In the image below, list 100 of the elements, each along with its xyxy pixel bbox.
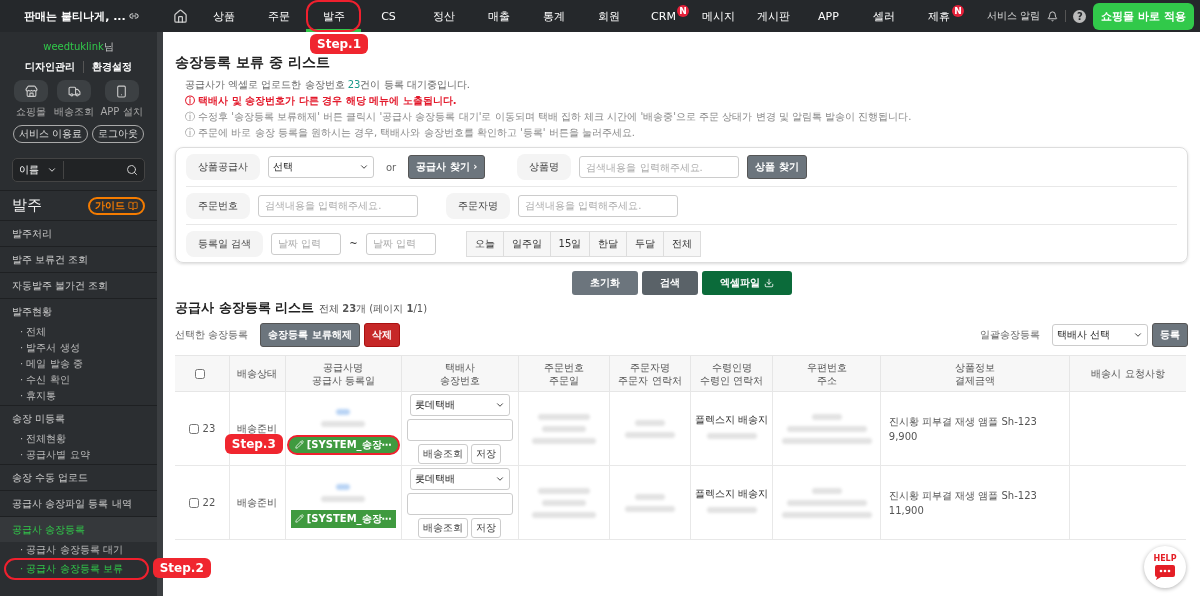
sidebar-subitem[interactable]: · 메일 발송 중 bbox=[20, 356, 83, 372]
nav-tab[interactable]: 상품 bbox=[196, 0, 251, 32]
notice-text: ⓘ 수정후 '송장등록 보류해제' 버튼 클릭시 '공급사 송장등록 대기'로 이동되며 택배 집하 체크 시간에 '배송중'으로 주문 상태가 변경 및 알림톡 발송이 진행됩니다. bbox=[185, 110, 913, 123]
column-header: 수령인명 bbox=[710, 360, 753, 374]
date-to-field[interactable]: 날짜 입력 bbox=[365, 232, 436, 255]
date-from-field[interactable]: 날짜 입력 bbox=[271, 232, 342, 255]
sidebar-link[interactable]: 디자인관리 bbox=[25, 60, 75, 74]
payment-amount: 9,900 bbox=[888, 429, 919, 444]
column-header: 주문자명 bbox=[628, 360, 671, 374]
list-title: 공급사 송장등록 리스트 bbox=[175, 299, 315, 317]
new-badge: N bbox=[677, 5, 689, 17]
save-button[interactable]: 저장 bbox=[471, 517, 502, 538]
sidebar-item[interactable]: 발주현황 bbox=[0, 298, 157, 324]
courier-select[interactable]: 롯데택배 bbox=[409, 393, 510, 416]
courier-select[interactable]: 롯데택배 bbox=[409, 467, 510, 490]
brand-title[interactable]: 판매는 붙티나게, ... bbox=[0, 8, 163, 24]
track-button[interactable]: 배송조회 bbox=[418, 443, 469, 464]
reset-button[interactable]: 초기화 bbox=[571, 271, 638, 295]
sidebar-subitem[interactable]: · 공급사 송장등록 대기 bbox=[20, 542, 123, 558]
period-button[interactable]: 한달 bbox=[590, 231, 628, 256]
recipient-name: 플렉스지 배송지 bbox=[694, 486, 770, 501]
column-header: 송장번호 bbox=[438, 373, 481, 387]
nav-tab[interactable]: 통계 bbox=[526, 0, 581, 32]
guide-button[interactable]: 가이드 bbox=[88, 196, 145, 215]
user-greeting: weedtuklink님 bbox=[43, 40, 114, 54]
sidebar-subitem[interactable]: · 공급사별 요약 bbox=[20, 447, 90, 463]
product-input-field[interactable]: 검색내용을 입력해주세요. bbox=[579, 156, 740, 178]
period-button[interactable]: 15일 bbox=[550, 231, 591, 256]
sidebar-item[interactable]: 송장 수동 업로드 bbox=[0, 464, 157, 490]
sidebar-item[interactable]: 자동발주 불가건 조회 bbox=[0, 272, 157, 298]
nav-tab[interactable]: 게시판 bbox=[746, 0, 801, 32]
courier-select[interactable]: 택배사 선택 bbox=[1052, 324, 1148, 346]
sidebar-item[interactable]: 공급사 송장등록 bbox=[0, 516, 157, 542]
step-callout: Step.3 bbox=[224, 433, 283, 454]
period-button[interactable]: 두달 bbox=[627, 231, 665, 256]
sidebar-subitem[interactable]: · 전체현황 bbox=[20, 431, 67, 447]
service-alerts-link[interactable]: 서비스 알림 bbox=[987, 9, 1041, 23]
column-header: 우편번호 bbox=[805, 360, 848, 374]
page-title: 송장등록 보류 중 리스트 bbox=[175, 54, 331, 72]
column-header: 공급사명 bbox=[322, 360, 365, 374]
column-header: 택배사 bbox=[443, 360, 476, 374]
sidebar-subitem[interactable]: · 수신 확인 bbox=[20, 372, 70, 388]
help-chat-button[interactable]: HELP bbox=[1144, 546, 1186, 588]
sidebar-item[interactable]: 발주처리 bbox=[0, 220, 157, 246]
memo-tag[interactable]: [SYSTEM_송장⋯ bbox=[290, 509, 396, 528]
field-label: 상품명 bbox=[517, 154, 572, 180]
nav-tab[interactable]: 주문 bbox=[251, 0, 306, 32]
scope-select[interactable]: 이름 bbox=[13, 161, 64, 179]
delete-button[interactable]: 삭제 bbox=[363, 323, 400, 347]
product-name: 진시황 피부결 재생 앰플 Sh-123 bbox=[888, 414, 1038, 429]
memo-tag[interactable]: [SYSTEM_송장⋯ bbox=[286, 434, 400, 455]
nav-tab[interactable]: 제휴 N bbox=[911, 0, 966, 32]
field-label: 등록일 검색 bbox=[186, 230, 264, 257]
step-callout: Step.1 bbox=[310, 34, 368, 54]
column-header: 주소 bbox=[815, 373, 838, 387]
nav-tab[interactable]: 메시지 bbox=[691, 0, 746, 32]
sidebar-link[interactable]: 환경설정 bbox=[92, 60, 132, 74]
excel-download-button[interactable]: 엑셀파일 bbox=[701, 271, 792, 295]
selected-label: 선택한 송장등록 bbox=[175, 328, 249, 342]
column-header: 주문일 bbox=[548, 373, 581, 387]
status-text: 배송준비 bbox=[237, 422, 278, 434]
column-header: 주문번호 bbox=[543, 360, 586, 374]
sidebar-item[interactable]: 송장 미등록 bbox=[0, 405, 157, 431]
period-button[interactable]: 전체 bbox=[664, 231, 701, 256]
shortcut-link[interactable]: APP 설치 bbox=[100, 80, 143, 119]
nav-tab[interactable]: 회원 bbox=[581, 0, 636, 32]
find-supplier-button[interactable]: 공급사 찾기 › bbox=[408, 155, 486, 179]
sidebar-search-field[interactable]: 이름 bbox=[12, 158, 145, 182]
search-button[interactable]: 검색 bbox=[641, 271, 698, 295]
save-button[interactable]: 저장 bbox=[471, 443, 502, 464]
nav-tab[interactable]: 셀러 bbox=[856, 0, 911, 32]
column-header: 결제금액 bbox=[953, 373, 996, 387]
nav-tab[interactable]: APP bbox=[801, 0, 856, 32]
payment-amount: 11,900 bbox=[888, 503, 925, 518]
column-header: 상품정보 bbox=[953, 360, 996, 374]
nav-tab[interactable]: 정산 bbox=[416, 0, 471, 32]
orderer-field[interactable]: 검색내용을 입력해주세요. bbox=[518, 194, 678, 217]
column-header: 주문자 연락처 bbox=[617, 373, 683, 387]
supplier-select[interactable]: 선택 bbox=[268, 156, 374, 178]
sidebar-subitem[interactable]: · 발주서 생성 bbox=[20, 340, 80, 356]
nav-tab[interactable]: CRM N bbox=[636, 0, 691, 32]
release-hold-button[interactable]: 송장등록 보류해제 bbox=[260, 323, 360, 347]
register-button[interactable]: 등록 bbox=[1152, 323, 1188, 347]
help-button[interactable]: ? bbox=[1073, 9, 1087, 23]
section-title: 발주 bbox=[12, 196, 42, 215]
notice-text: ⓘ 택배사 및 송장번호가 다른 경우 해당 메뉴에 노출됩니다. bbox=[185, 94, 458, 107]
new-badge: N bbox=[952, 5, 964, 17]
track-button[interactable]: 배송조회 bbox=[418, 517, 469, 538]
column-header: 배송시 요청사항 bbox=[1090, 367, 1166, 380]
column-header: 수령인 연락처 bbox=[699, 373, 765, 387]
shortcut-link[interactable]: 배송조회 bbox=[54, 80, 95, 119]
sidebar-subitem[interactable]: · 전체 bbox=[20, 324, 47, 340]
period-button[interactable]: 오늘 bbox=[466, 231, 504, 256]
period-button[interactable]: 일주일 bbox=[503, 231, 551, 256]
sidebar-subitem[interactable]: · 휴지통 bbox=[20, 388, 57, 404]
order-number-field[interactable]: 검색내용을 입력해주세요. bbox=[258, 194, 418, 217]
find-product-button[interactable]: 상품 찾기 bbox=[747, 155, 807, 179]
sidebar-item[interactable]: 발주 보류건 조회 bbox=[0, 246, 157, 272]
field-label: 주문자명 bbox=[446, 192, 510, 219]
nav-tab[interactable]: 매출 bbox=[471, 0, 526, 32]
